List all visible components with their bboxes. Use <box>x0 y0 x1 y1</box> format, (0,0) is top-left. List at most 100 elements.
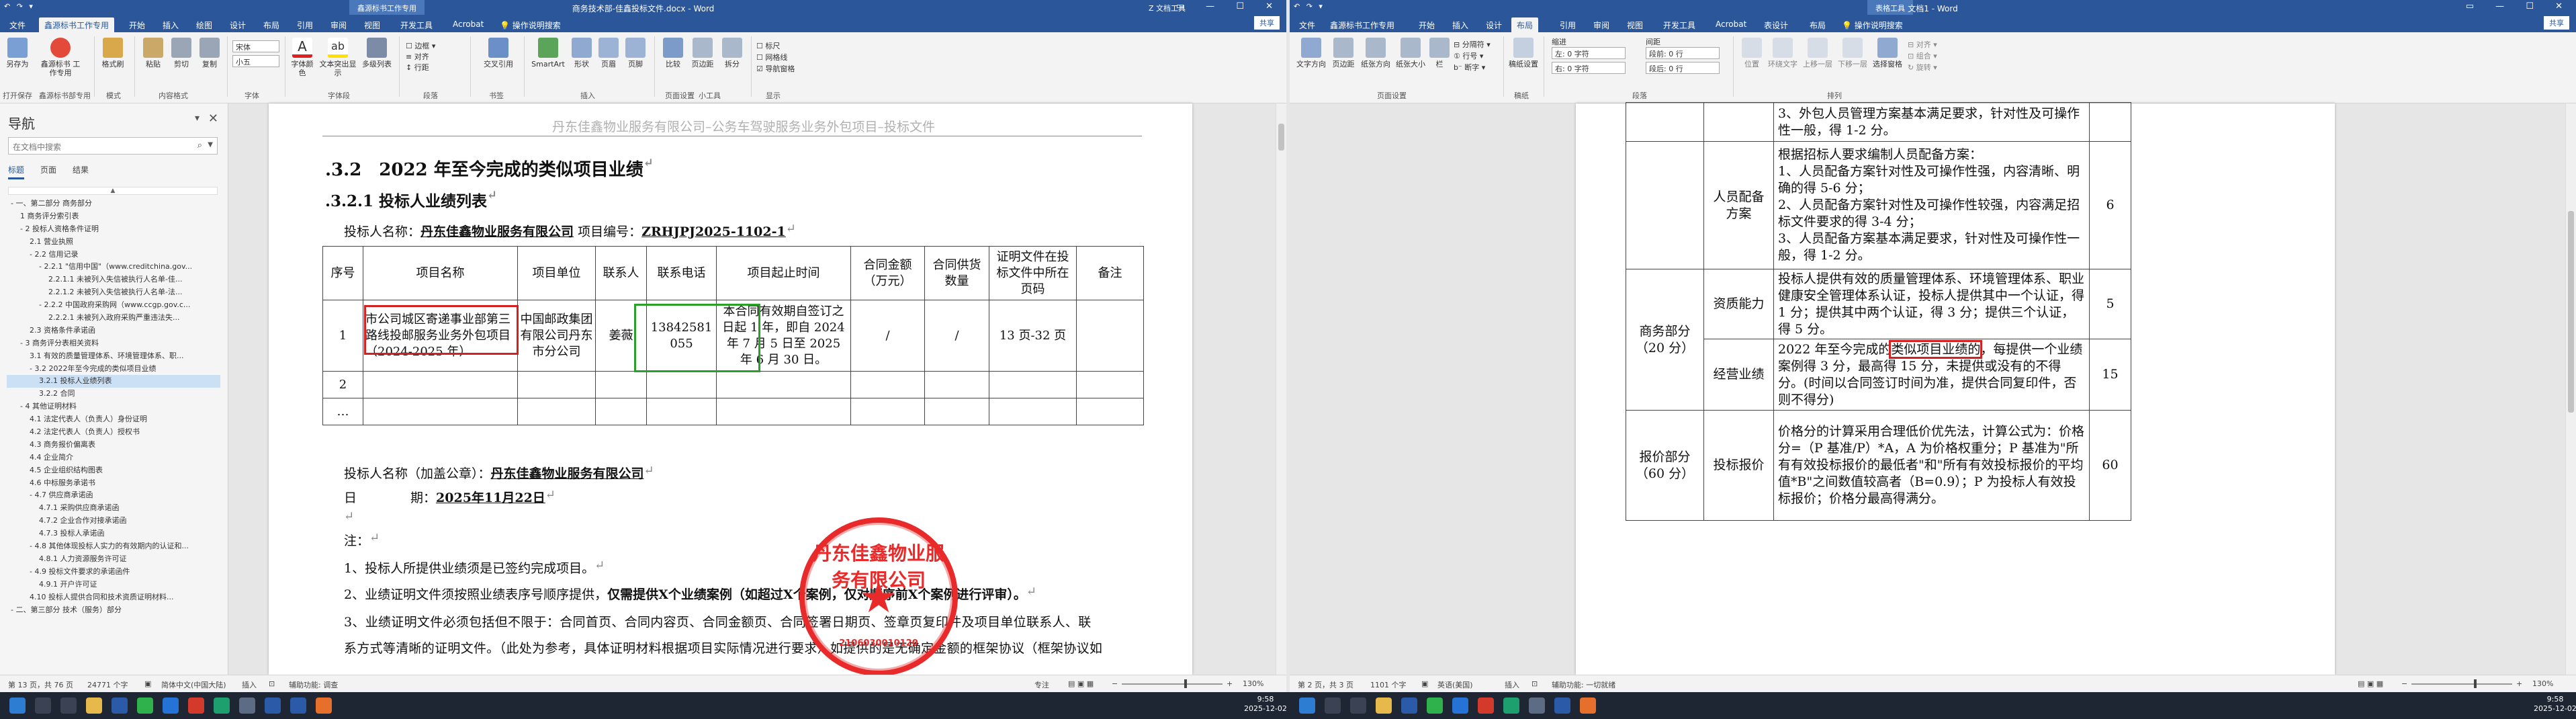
nav-tree-item[interactable]: 4.9.1 开户许可证 <box>7 579 220 591</box>
word-count[interactable]: 24771 个字 <box>87 679 128 690</box>
save-as-button[interactable]: 另存为 <box>4 38 31 69</box>
tab-insert[interactable]: 插入 <box>161 17 180 32</box>
header-button[interactable]: 页眉 <box>596 38 621 69</box>
send-backward-button[interactable]: 下移一层 <box>1836 38 1869 69</box>
nav-tree-item[interactable]: 2.3 资格条件承诺函 <box>7 325 220 337</box>
nav-tree-item[interactable]: 4.7.3 投标人承诺函 <box>7 527 220 540</box>
zoom-slider-thumb[interactable] <box>2474 679 2477 688</box>
nav-options-icon[interactable]: ▾ <box>195 113 199 124</box>
rotate-item[interactable]: ↻ 旋转 ▾ <box>1908 62 1937 73</box>
zoom-slider[interactable] <box>1122 683 1223 685</box>
cut-button[interactable]: 剪切 <box>169 38 193 69</box>
paste-button[interactable]: 粘贴 <box>141 38 165 69</box>
position-button[interactable]: 位置 <box>1740 38 1764 69</box>
tab-table-design[interactable]: 表设计 <box>1763 17 1789 32</box>
nav-tree-item[interactable]: - 3 商务评分表相关资料 <box>7 337 220 350</box>
word-app-icon[interactable] <box>112 697 128 714</box>
browser-icon[interactable] <box>1452 697 1468 714</box>
vertical-scrollbar[interactable] <box>1276 103 1286 675</box>
tab-developer[interactable]: 开发工具 <box>399 17 434 32</box>
font-color-button[interactable]: A 字体颜色 <box>289 38 316 77</box>
zoom-level[interactable]: 130% <box>1243 679 1263 688</box>
nav-tab-results[interactable]: 结果 <box>73 164 89 175</box>
gridlines-checkbox[interactable]: ☐ 网格线 <box>756 52 795 63</box>
nav-tree-item[interactable]: 2.2.2.1 未被列入政府采购严重违法失... <box>7 312 220 325</box>
nav-tree-item[interactable]: - 4 其他证明材料 <box>7 400 220 413</box>
windows-start-icon[interactable] <box>1299 697 1315 714</box>
tab-design[interactable]: 设计 <box>228 17 247 32</box>
align-item[interactable]: ⊟ 对齐 ▾ <box>1908 39 1937 50</box>
breaks-items[interactable]: ⊟ 分隔符 ▾ ① 行号 ▾ b⁻ 断字 ▾ <box>1454 39 1491 73</box>
search-icon[interactable] <box>35 697 51 714</box>
font-size-select[interactable]: 小五 <box>232 55 279 67</box>
highlight-button[interactable]: ab 文本突出显示 <box>318 38 357 77</box>
wechat-icon[interactable] <box>1427 697 1443 714</box>
margins-button[interactable]: 页边距 <box>688 38 717 69</box>
insert-mode[interactable]: 插入 <box>242 679 257 690</box>
word-window-icon[interactable] <box>1554 697 1570 714</box>
nav-tree-item[interactable]: 4.10 投标人提供合同和技术资质证明材料... <box>7 591 220 604</box>
nav-tree-item[interactable]: 2.2.1.2 未被列入失信被执行人名单-法... <box>7 286 220 299</box>
space-after-input[interactable]: 段后: 0 行 <box>1646 62 1720 74</box>
clock-right[interactable]: 9:58 2025-12-02 <box>2534 695 2576 714</box>
nav-tree-item[interactable]: 3.2.2 合同 <box>7 388 220 400</box>
tab-references[interactable]: 引用 <box>1558 17 1577 32</box>
draft-paper-button[interactable]: 稿纸设置 <box>1509 38 1538 69</box>
indent-right-input[interactable]: 右: 0 字符 <box>1552 62 1626 74</box>
cross-reference-button[interactable]: 交叉引用 <box>480 38 517 69</box>
xinyuan-button[interactable]: 鑫源标书 工作专用 <box>39 38 82 77</box>
nav-tab-pages[interactable]: 页面 <box>40 164 56 175</box>
focus-button[interactable]: 专注 <box>1034 679 1049 690</box>
paper-size-button[interactable]: 纸张大小 <box>1394 38 1427 69</box>
nav-tree-item[interactable]: 4.6 中标服务承诺书 <box>7 477 220 490</box>
language[interactable]: 英语(美国) <box>1437 679 1473 690</box>
group-item[interactable]: ⊡ 组合 ▾ <box>1908 50 1937 62</box>
share-button[interactable]: 共享 <box>1254 16 1280 30</box>
app-icon[interactable] <box>1580 697 1596 714</box>
tab-draw[interactable]: 绘图 <box>195 17 214 32</box>
zoom-out-button[interactable]: − <box>1112 679 1118 688</box>
nav-tree-item[interactable]: - 4.7 供应商承诺函 <box>7 489 220 502</box>
insert-mode[interactable]: 插入 <box>1505 679 1519 690</box>
compare-button[interactable]: 比较 <box>661 38 685 69</box>
pdf-app-icon[interactable] <box>1478 697 1494 714</box>
nav-tree-item[interactable]: - 二、第三部分 技术（服务）部分 <box>7 604 220 617</box>
tab-view[interactable]: 视图 <box>363 17 382 32</box>
tab-xinyuan[interactable]: 鑫源标书工作专用 <box>39 17 115 32</box>
tab-table-layout[interactable]: 布局 <box>1808 17 1827 32</box>
tab-acrobat[interactable]: Acrobat <box>1714 17 1748 32</box>
margins-button[interactable]: 页边距 <box>1330 38 1357 69</box>
tab-design[interactable]: 设计 <box>1484 17 1503 32</box>
arrange-small-items[interactable]: ⊟ 对齐 ▾ ⊡ 组合 ▾ ↻ 旋转 ▾ <box>1908 39 1937 73</box>
tab-review[interactable]: 审阅 <box>1592 17 1611 32</box>
zoom-level[interactable]: 130% <box>2532 679 2553 688</box>
shapes-button[interactable]: 形状 <box>570 38 594 69</box>
excel-app-icon[interactable] <box>1503 697 1519 714</box>
tab-home[interactable]: 开始 <box>1417 17 1436 32</box>
accessibility-status[interactable]: 辅助功能: 调查 <box>289 679 338 690</box>
nav-tree-item[interactable]: 3.2.1 投标人业绩列表 <box>7 375 220 388</box>
split-button[interactable]: 拆分 <box>720 38 744 69</box>
nav-tree-item[interactable]: 4.2 法定代表人（负责人）授权书 <box>7 426 220 439</box>
page-count[interactable]: 第 2 页，共 3 页 <box>1298 679 1353 690</box>
file-explorer-icon[interactable] <box>86 697 102 714</box>
word-window-icon[interactable] <box>265 697 281 714</box>
proofing-icon[interactable]: ▣ <box>144 679 151 688</box>
nav-tree-item[interactable]: - 2.2.1 "信用中国"（www.creditchina.gov... <box>7 261 220 273</box>
text-direction-button[interactable]: 文字方向 <box>1295 38 1327 69</box>
nav-tree-item[interactable]: 4.1 法定代表人（负责人）身份证明 <box>7 413 220 426</box>
show-checkboxes[interactable]: ☐ 标尺 ☐ 网格线 ☑ 导航窗格 <box>756 40 795 75</box>
wechat-icon[interactable] <box>137 697 153 714</box>
window-controls[interactable]: ▭ — ☐ ✕ <box>2466 1 2572 11</box>
tab-insert[interactable]: 插入 <box>1451 17 1470 32</box>
window-controls[interactable]: ▭ — ☐ ✕ <box>1176 1 1282 11</box>
accessibility-status[interactable]: 辅助功能: 一切就绪 <box>1552 679 1615 690</box>
selection-pane-button[interactable]: 选择窗格 <box>1871 38 1904 69</box>
zoom-slider[interactable] <box>2411 683 2512 685</box>
pdf-app-icon[interactable] <box>188 697 204 714</box>
zoom-in-button[interactable]: + <box>2516 679 2522 688</box>
nav-tree-item[interactable]: 4.8.1 人力资源服务许可证 <box>7 553 220 566</box>
page-count[interactable]: 第 13 页，共 76 页 <box>8 679 73 690</box>
nav-scroll-up[interactable]: ▲ <box>8 187 218 195</box>
view-buttons[interactable]: ▤ ▣ ▦ <box>1068 679 1094 688</box>
